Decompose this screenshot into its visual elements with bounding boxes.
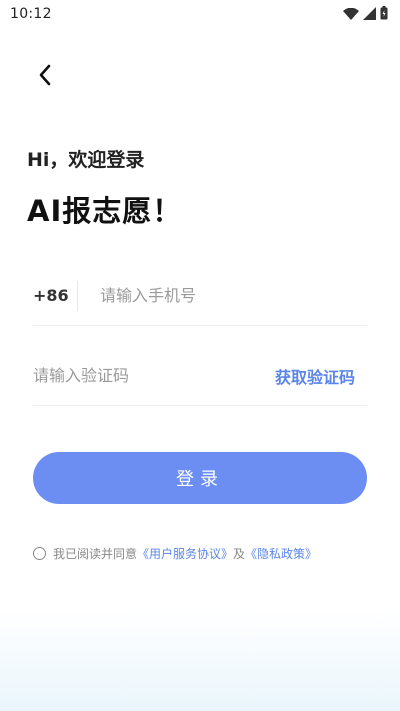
get-code-button[interactable]: 获取验证码 [275,364,367,388]
chevron-left-icon [37,63,53,91]
signal-icon [363,5,376,24]
divider [77,280,78,311]
country-code[interactable]: +86 [33,286,77,305]
privacy-link[interactable]: 《隐私政策》 [245,545,317,562]
back-button[interactable] [28,60,62,94]
phone-input[interactable] [100,286,367,305]
agreement-prefix: 我已阅读并同意 [53,546,138,561]
status-time: 10:12 [10,6,52,22]
battery-icon [380,5,388,24]
code-field-row: 获取验证码 [33,346,367,406]
agreement-row: 我已阅读并同意 《用户服务协议》 及 《隐私政策》 [33,543,317,563]
terms-link[interactable]: 《用户服务协议》 [137,545,233,562]
greeting-text: Hi，欢迎登录 [27,149,145,171]
verification-code-input[interactable] [33,366,233,385]
agree-checkbox[interactable] [33,546,46,560]
agreement-conjunction: 及 [233,546,246,561]
login-button[interactable]: 登录 [33,452,367,504]
status-icons [343,5,388,24]
page-title: AI报志愿！ [27,194,183,228]
phone-field-row: +86 [33,266,367,326]
status-bar: 10:12 [0,0,400,28]
wifi-icon [343,5,359,24]
